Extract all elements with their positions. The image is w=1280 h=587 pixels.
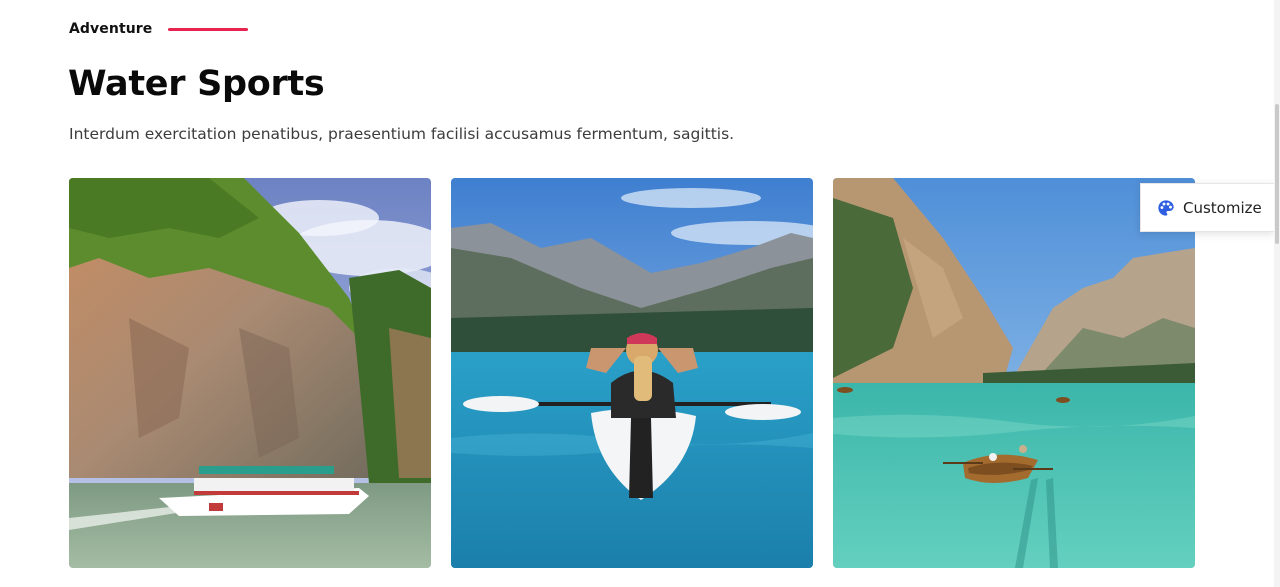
gallery-item-cliff-boat[interactable] <box>69 178 431 568</box>
limestone-cliff-boat-photo <box>69 178 431 568</box>
gallery-item-kayaker[interactable] <box>451 178 813 568</box>
kayaker-lake-photo <box>451 178 813 568</box>
gallery-item-rowboat[interactable] <box>833 178 1195 568</box>
eyebrow-accent-line <box>168 27 249 31</box>
gallery <box>69 178 1195 568</box>
section-subtitle: Interdum exercitation penatibus, praesen… <box>69 125 735 143</box>
customize-button[interactable]: Customize <box>1140 183 1274 232</box>
section-eyebrow: Adventure <box>69 21 249 37</box>
page-scrollbar[interactable] <box>1274 0 1280 587</box>
mountain-lake-rowboat-photo <box>833 178 1195 568</box>
page-scrollbar-thumb[interactable] <box>1275 104 1279 244</box>
page: Adventure Water Sports Interdum exercita… <box>0 0 1280 587</box>
customize-label: Customize <box>1183 198 1262 217</box>
palette-icon <box>1157 199 1175 217</box>
section-title: Water Sports <box>68 64 325 104</box>
eyebrow-label: Adventure <box>69 21 153 37</box>
